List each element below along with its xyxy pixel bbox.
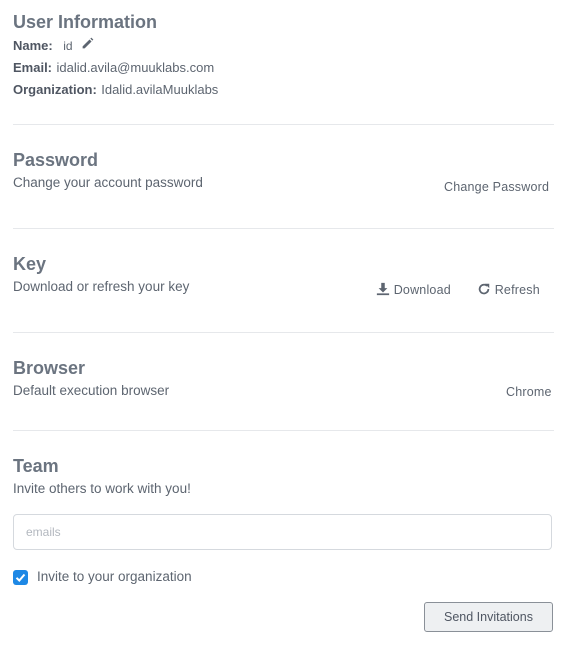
user-info-title: User Information <box>13 12 158 32</box>
refresh-key-button[interactable]: Refresh <box>477 282 540 299</box>
key-title: Key <box>13 254 47 274</box>
pencil-icon[interactable] <box>81 37 94 55</box>
invite-checkbox-label[interactable]: Invite to your organization <box>37 569 192 584</box>
email-value: idalid.avila@muuklabs.com <box>56 60 215 75</box>
change-password-link[interactable]: Change Password <box>444 180 549 194</box>
refresh-label: Refresh <box>494 282 540 297</box>
download-label: Download <box>393 282 451 297</box>
email-label: Email: <box>13 60 53 75</box>
emails-input[interactable] <box>13 514 552 550</box>
password-title: Password <box>13 150 99 170</box>
organization-label: Organization: <box>13 82 97 97</box>
divider <box>13 228 554 229</box>
download-icon <box>376 282 390 299</box>
browser-title: Browser <box>13 358 86 378</box>
key-description: Download or refresh your key <box>13 279 190 294</box>
divider <box>13 332 554 333</box>
download-key-button[interactable]: Download <box>376 282 451 299</box>
email-row: Email: idalid.avila@muuklabs.com <box>13 59 214 77</box>
invite-checkbox[interactable] <box>13 570 28 585</box>
team-title: Team <box>13 456 59 476</box>
browser-description: Default execution browser <box>13 383 170 398</box>
organization-row: Organization: Idalid.avilaMuuklabs <box>13 81 218 99</box>
send-invitations-button[interactable]: Send Invitations <box>424 602 553 632</box>
password-description: Change your account password <box>13 175 203 190</box>
divider <box>13 430 554 431</box>
refresh-icon <box>477 282 491 299</box>
divider <box>13 124 554 125</box>
name-row: Name: id <box>13 37 94 55</box>
name-label: Name: <box>13 38 53 54</box>
checkmark-icon <box>15 573 26 582</box>
browser-selector[interactable]: Chrome <box>506 385 552 399</box>
organization-value: Idalid.avilaMuuklabs <box>101 82 219 97</box>
name-value: id <box>63 39 73 54</box>
team-description: Invite others to work with you! <box>13 481 191 496</box>
